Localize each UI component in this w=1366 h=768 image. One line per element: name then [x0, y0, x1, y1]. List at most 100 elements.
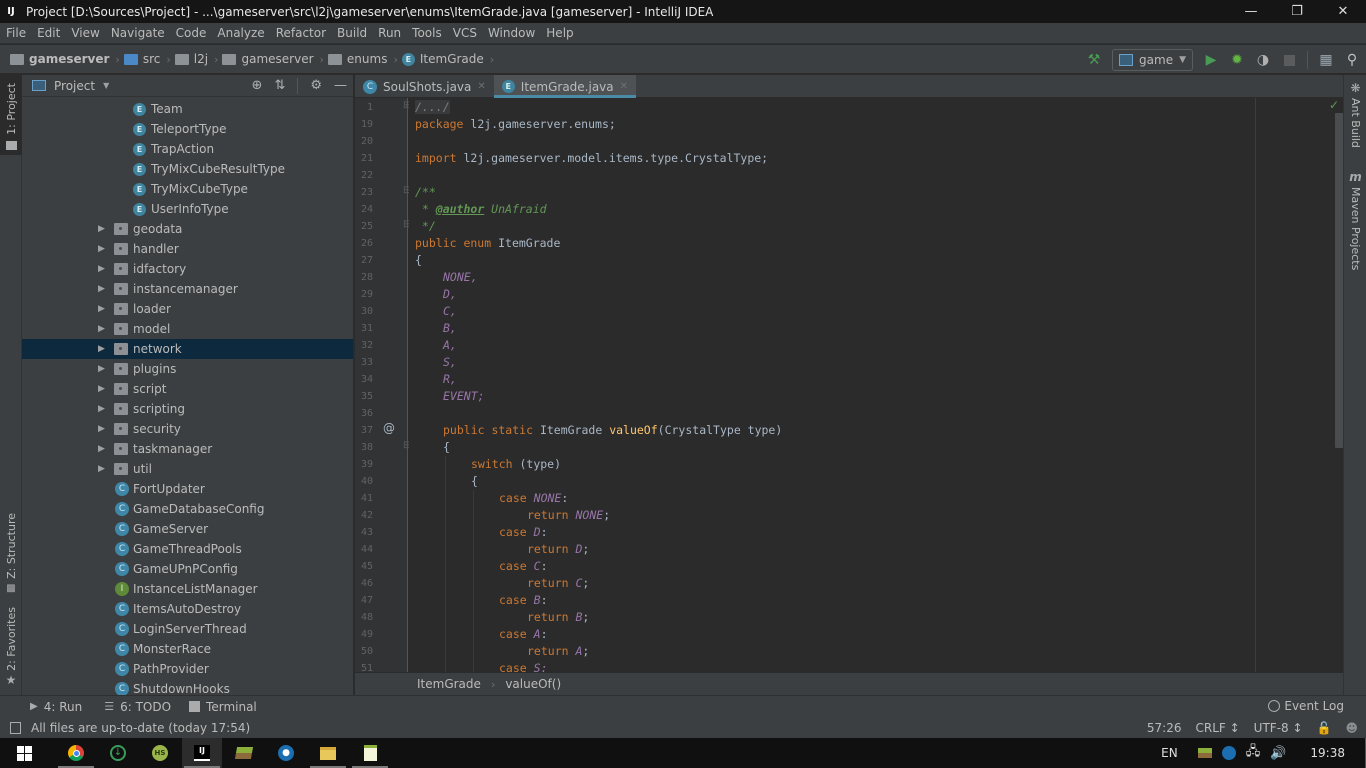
expand-arrow-icon[interactable]: ▶ — [98, 464, 105, 474]
favorites-tool-button[interactable]: 2: Favorites ★ — [0, 607, 22, 687]
menu-help[interactable]: Help — [540, 26, 578, 40]
tree-item-package[interactable]: ▶ handler — [22, 239, 353, 259]
nav-crumb-itemgrade[interactable]: E ItemGrade › — [401, 52, 494, 66]
tree-item-package[interactable]: ▶ loader — [22, 299, 353, 319]
menu-edit[interactable]: Edit — [31, 26, 65, 40]
expand-arrow-icon[interactable]: ▶ — [98, 384, 105, 394]
tab-itemgrade-java[interactable]: E ItemGrade.java ✕ — [493, 75, 637, 98]
taskbar-minecraft[interactable] — [224, 738, 264, 768]
tree-item-class[interactable]: I InstanceListManager — [22, 579, 353, 599]
hector-inspector-icon[interactable]: ☻ — [1345, 721, 1358, 735]
tree-item-package[interactable]: ▶ security — [22, 419, 353, 439]
menu-view[interactable]: View — [65, 26, 104, 40]
close-tab-icon[interactable]: ✕ — [620, 81, 628, 92]
line-separator-selector[interactable]: CRLF ↕ — [1195, 721, 1239, 735]
overrides-method-icon[interactable]: @ — [383, 421, 395, 435]
tree-item-package[interactable]: ▶ idfactory — [22, 259, 353, 279]
tree-item-enum[interactable]: E TryMixCubeResultType — [22, 159, 353, 179]
tree-item-class[interactable]: C ItemsAutoDestroy — [22, 599, 353, 619]
status-message[interactable]: All files are up-to-date (today 17:54) — [31, 721, 250, 735]
expand-arrow-icon[interactable]: ▶ — [98, 424, 105, 434]
debug-bug-icon[interactable]: ✹ — [1229, 52, 1245, 68]
nav-crumb-gameserver-module[interactable]: gameserver › — [10, 52, 120, 66]
expand-arrow-icon[interactable]: ▶ — [98, 324, 105, 334]
tree-item-class[interactable]: C FortUpdater — [22, 479, 353, 499]
project-tool-button[interactable]: 1: Project — [0, 75, 22, 155]
tree-item-class[interactable]: C GameThreadPools — [22, 539, 353, 559]
tree-item-package[interactable]: ▶ script — [22, 379, 353, 399]
taskbar-download-manager[interactable]: ↓ — [98, 738, 138, 768]
tree-item-class[interactable]: C MonsterRace — [22, 639, 353, 659]
menu-tools[interactable]: Tools — [406, 26, 447, 40]
tree-item-enum[interactable]: E TeleportType — [22, 119, 353, 139]
menu-vcs[interactable]: VCS — [447, 26, 482, 40]
input-language[interactable]: EN — [1161, 746, 1178, 760]
maven-projects-tool-button[interactable]: m Maven Projects — [1344, 170, 1366, 270]
menu-build[interactable]: Build — [331, 26, 372, 40]
nav-crumb-gameserver[interactable]: gameserver › — [222, 52, 324, 66]
tree-item-class[interactable]: C PathProvider — [22, 659, 353, 679]
close-window-button[interactable]: ✕ — [1320, 0, 1366, 23]
stop-icon[interactable] — [1281, 52, 1297, 68]
tree-item-enum[interactable]: E TryMixCubeType — [22, 179, 353, 199]
tree-item-package[interactable]: ▶ instancemanager — [22, 279, 353, 299]
tree-item-class[interactable]: C GameServer — [22, 519, 353, 539]
tree-item-class[interactable]: C GameDatabaseConfig — [22, 499, 353, 519]
ant-build-tool-button[interactable]: ❋ Ant Build — [1344, 81, 1366, 148]
tree-item-enum[interactable]: E Team — [22, 99, 353, 119]
tree-item-package[interactable]: ▶ scripting — [22, 399, 353, 419]
restore-button[interactable]: ❐ — [1274, 0, 1320, 23]
menu-navigate[interactable]: Navigate — [105, 26, 170, 40]
gear-icon[interactable]: ⚙ — [310, 78, 322, 94]
terminal-tool-button[interactable]: Terminal — [189, 700, 257, 714]
tray-minecraft-icon[interactable] — [1197, 748, 1212, 758]
run-tool-button[interactable]: ▶ 4: Run — [30, 700, 82, 714]
taskbar-steam[interactable]: ● — [266, 738, 306, 768]
todo-tool-button[interactable]: ☰ 6: TODO — [104, 700, 171, 714]
menu-window[interactable]: Window — [482, 26, 540, 40]
menu-analyze[interactable]: Analyze — [211, 26, 269, 40]
expand-arrow-icon[interactable]: ▶ — [98, 344, 105, 354]
event-log-button[interactable]: Event Log — [1268, 699, 1344, 713]
collapse-all-icon[interactable]: ⇅ — [274, 78, 285, 94]
expand-arrow-icon[interactable]: ▶ — [98, 284, 105, 294]
toggle-tool-windows-icon[interactable] — [10, 721, 21, 734]
expand-arrow-icon[interactable]: ▶ — [98, 264, 105, 274]
volume-icon[interactable]: 🔊 — [1270, 746, 1286, 761]
taskbar-file-explorer[interactable] — [308, 738, 348, 768]
run-configuration-select[interactable]: game ▼ — [1112, 49, 1193, 71]
tree-item-package[interactable]: ▶ model — [22, 319, 353, 339]
run-icon[interactable]: ▶ — [1203, 52, 1219, 68]
tree-item-class[interactable]: C LoginServerThread — [22, 619, 353, 639]
network-icon[interactable]: 🖧 — [1246, 742, 1261, 764]
nav-crumb-src[interactable]: src › — [123, 52, 171, 66]
tree-item-enum[interactable]: E TrapAction — [22, 139, 353, 159]
dropdown-arrow-icon[interactable]: ▼ — [103, 81, 109, 90]
build-hammer-icon[interactable]: ⚒ — [1086, 52, 1102, 68]
nav-crumb-enums[interactable]: enums › — [327, 52, 398, 66]
editor-vertical-scrollbar[interactable] — [1335, 113, 1343, 448]
breadcrumb-method[interactable]: valueOf() — [505, 677, 561, 691]
menu-code[interactable]: Code — [170, 26, 212, 40]
minimize-button[interactable]: — — [1228, 0, 1274, 23]
breadcrumb-class[interactable]: ItemGrade — [417, 677, 481, 691]
tree-item-class[interactable]: C GameUPnPConfig — [22, 559, 353, 579]
hide-panel-icon[interactable]: — — [334, 78, 347, 94]
encoding-selector[interactable]: UTF-8 ↕ — [1254, 721, 1303, 735]
nav-crumb-l2j[interactable]: l2j › — [174, 52, 218, 66]
scroll-from-source-icon[interactable]: ⊕ — [252, 78, 263, 94]
tree-item-package[interactable]: ▶ plugins — [22, 359, 353, 379]
structure-tool-button[interactable]: Z: Structure ▩ — [0, 513, 22, 603]
clock[interactable]: 19:38 — [1310, 746, 1345, 760]
expand-arrow-icon[interactable]: ▶ — [98, 364, 105, 374]
menu-run[interactable]: Run — [372, 26, 406, 40]
lock-open-icon[interactable]: 🔓 — [1317, 721, 1332, 735]
taskbar-notepad[interactable] — [350, 738, 390, 768]
taskbar-hs-app[interactable]: HS — [140, 738, 180, 768]
start-button[interactable] — [0, 738, 48, 768]
line-number-gutter[interactable]: @ ⊞ ⊟ ⊟ ⊟ 1 19 20 21 22 23 24 25 26 27 28 29 30 31 32 3… — [355, 98, 411, 674]
tree-item-package[interactable]: ▶ util — [22, 459, 353, 479]
tree-item-package[interactable]: ▶ taskmanager — [22, 439, 353, 459]
caret-position[interactable]: 57:26 — [1147, 721, 1182, 735]
project-view-selector[interactable]: Project — [54, 79, 95, 93]
